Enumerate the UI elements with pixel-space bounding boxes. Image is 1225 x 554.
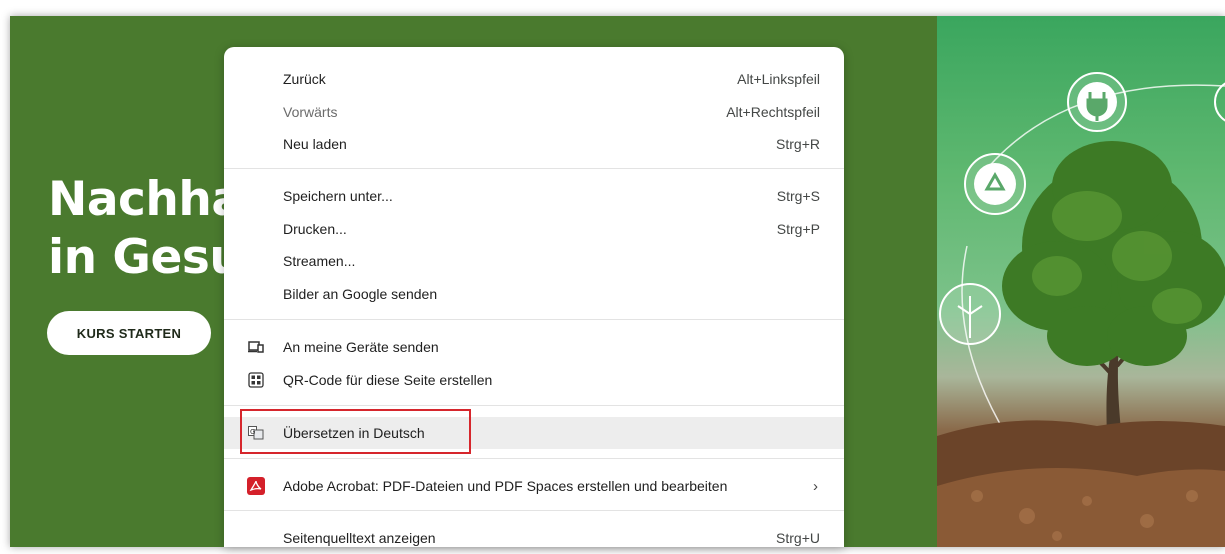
menu-item-label: An meine Geräte senden [283,339,439,355]
menu-item-label: Speichern unter... [283,188,393,204]
menu-item-back[interactable]: Zurück Alt+Linkspfeil [224,63,844,95]
menu-item-shortcut: Strg+S [776,188,820,204]
menu-item-forward[interactable]: Vorwärts Alt+Rechtspfeil [224,96,844,128]
menu-item-label: Adobe Acrobat: PDF-Dateien und PDF Space… [283,478,728,494]
qr-code-icon [247,371,265,389]
menu-item-shortcut: Strg+P [776,221,820,237]
menu-item-label: Streamen... [283,253,356,269]
menu-item-label: QR-Code für diese Seite erstellen [283,372,493,388]
menu-item-label: Zurück [283,71,326,87]
menu-item-label: Drucken... [283,221,347,237]
highlight-annotation [240,409,471,454]
menu-item-shortcut: Alt+Linkspfeil [737,71,820,87]
wind-turbine-icon [939,283,1001,345]
menu-item-label: Bilder an Google senden [283,286,438,302]
menu-item-shortcut: Strg+R [776,136,820,152]
menu-separator [224,458,844,459]
menu-item-save-as[interactable]: Speichern unter... Strg+S [224,180,844,212]
sustainability-illustration [937,72,1225,547]
menu-separator [224,510,844,511]
chevron-right-icon: › [813,477,818,495]
menu-separator [224,168,844,169]
start-course-button[interactable]: KURS STARTEN [47,311,211,355]
menu-item-label: Vorwärts [283,104,338,120]
recycle-icon [964,153,1026,215]
menu-item-cast[interactable]: Streamen... [224,245,844,277]
menu-item-label: Seitenquelltext anzeigen [283,530,436,546]
menu-item-shortcut: Alt+Rechtspfeil [726,104,820,120]
menu-item-send-to-devices[interactable]: An meine Geräte senden [224,331,844,363]
adobe-acrobat-icon [247,477,265,495]
menu-item-label: Neu laden [283,136,347,152]
menu-item-print[interactable]: Drucken... Strg+P [224,213,844,245]
menu-item-view-source[interactable]: Seitenquelltext anzeigen Strg+U [224,522,844,554]
menu-item-adobe-acrobat[interactable]: Adobe Acrobat: PDF-Dateien und PDF Space… [224,470,844,502]
hero-title: Nachha in Gesu [48,172,243,285]
hero-image [937,16,1225,547]
devices-icon [247,338,265,356]
menu-item-shortcut: Strg+U [776,530,820,546]
menu-separator [224,319,844,320]
menu-item-qr-code[interactable]: QR-Code für diese Seite erstellen [224,364,844,396]
context-menu: Zurück Alt+Linkspfeil Vorwärts Alt+Recht… [224,47,844,547]
menu-item-search-images[interactable]: Bilder an Google senden [224,278,844,310]
menu-item-reload[interactable]: Neu laden Strg+R [224,128,844,160]
menu-separator [224,405,844,406]
plug-icon [1067,72,1127,132]
